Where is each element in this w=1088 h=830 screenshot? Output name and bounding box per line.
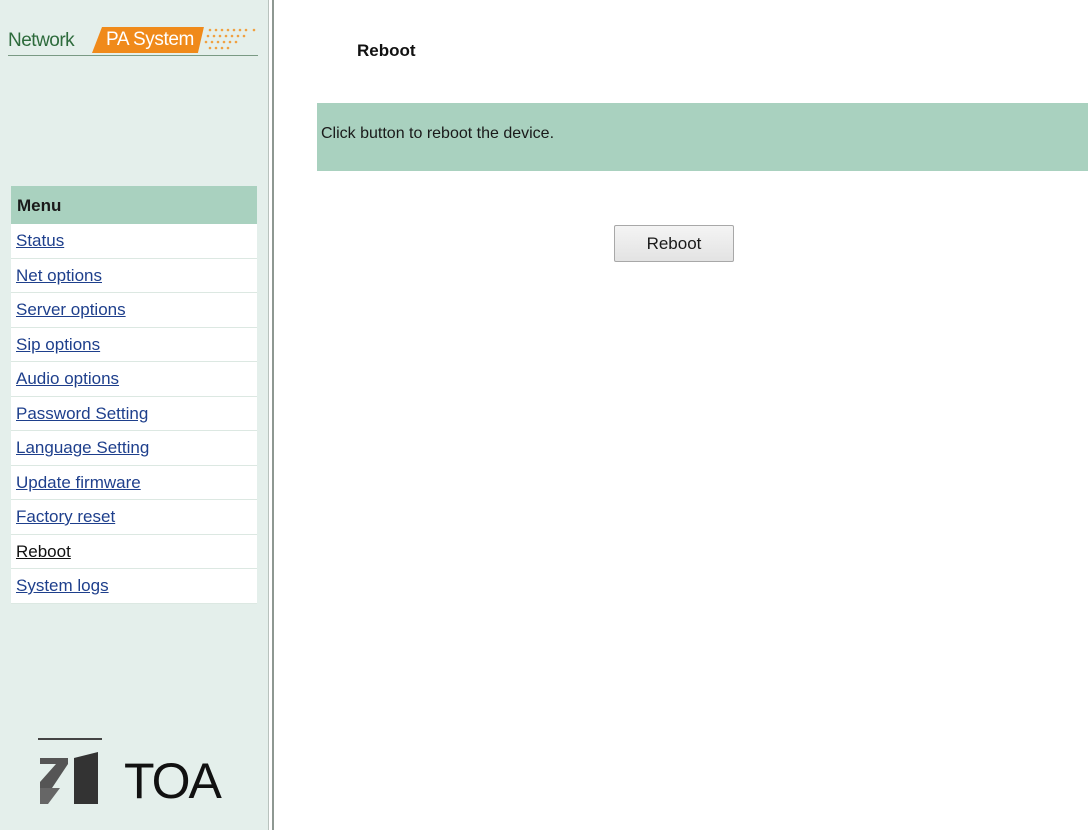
menu-link-update-firmware[interactable]: Update firmware bbox=[16, 473, 141, 492]
menu-link-language-setting[interactable]: Language Setting bbox=[16, 438, 149, 457]
toa-logo-mark-icon bbox=[38, 738, 102, 804]
sidebar: Network PA System Menu Status Net option… bbox=[0, 0, 268, 830]
sidebar-divider bbox=[268, 0, 274, 830]
menu-item-reboot: Reboot bbox=[11, 534, 257, 569]
page-title: Reboot bbox=[357, 41, 416, 60]
menu-item-password-setting: Password Setting bbox=[11, 396, 257, 431]
menu-item-language-setting: Language Setting bbox=[11, 431, 257, 466]
menu-item-sip-options: Sip options bbox=[11, 327, 257, 362]
side-menu: Menu Status Net options Server options S… bbox=[11, 186, 257, 604]
brand-pa-system-text: PA System bbox=[92, 27, 204, 53]
menu-link-system-logs[interactable]: System logs bbox=[16, 576, 109, 595]
info-text: Click button to reboot the device. bbox=[321, 125, 555, 142]
dots-pattern-icon bbox=[204, 28, 256, 50]
menu-link-sip-options[interactable]: Sip options bbox=[16, 335, 100, 354]
menu-link-status[interactable]: Status bbox=[16, 231, 64, 250]
menu-link-audio-options[interactable]: Audio options bbox=[16, 369, 119, 388]
menu-link-reboot[interactable]: Reboot bbox=[16, 542, 71, 561]
menu-item-system-logs: System logs bbox=[11, 569, 257, 604]
menu-item-server-options: Server options bbox=[11, 293, 257, 328]
menu-item-update-firmware: Update firmware bbox=[11, 465, 257, 500]
menu-link-password-setting[interactable]: Password Setting bbox=[16, 404, 148, 423]
reboot-button[interactable]: Reboot bbox=[614, 225, 734, 262]
info-bar: Click button to reboot the device. bbox=[317, 103, 1088, 171]
brand-banner: Network PA System bbox=[8, 26, 264, 58]
toa-logo-text: TOA bbox=[124, 753, 222, 809]
menu-item-status: Status bbox=[11, 224, 257, 259]
menu-link-factory-reset[interactable]: Factory reset bbox=[16, 507, 115, 526]
menu-item-audio-options: Audio options bbox=[11, 362, 257, 397]
menu-item-factory-reset: Factory reset bbox=[11, 500, 257, 535]
menu-link-net-options[interactable]: Net options bbox=[16, 266, 102, 285]
brand-network-text: Network bbox=[8, 30, 75, 51]
toa-logo: TOA bbox=[38, 738, 238, 809]
brand-underline bbox=[8, 55, 258, 56]
menu-header: Menu bbox=[11, 186, 257, 224]
menu-link-server-options[interactable]: Server options bbox=[16, 300, 126, 319]
menu-item-net-options: Net options bbox=[11, 258, 257, 293]
